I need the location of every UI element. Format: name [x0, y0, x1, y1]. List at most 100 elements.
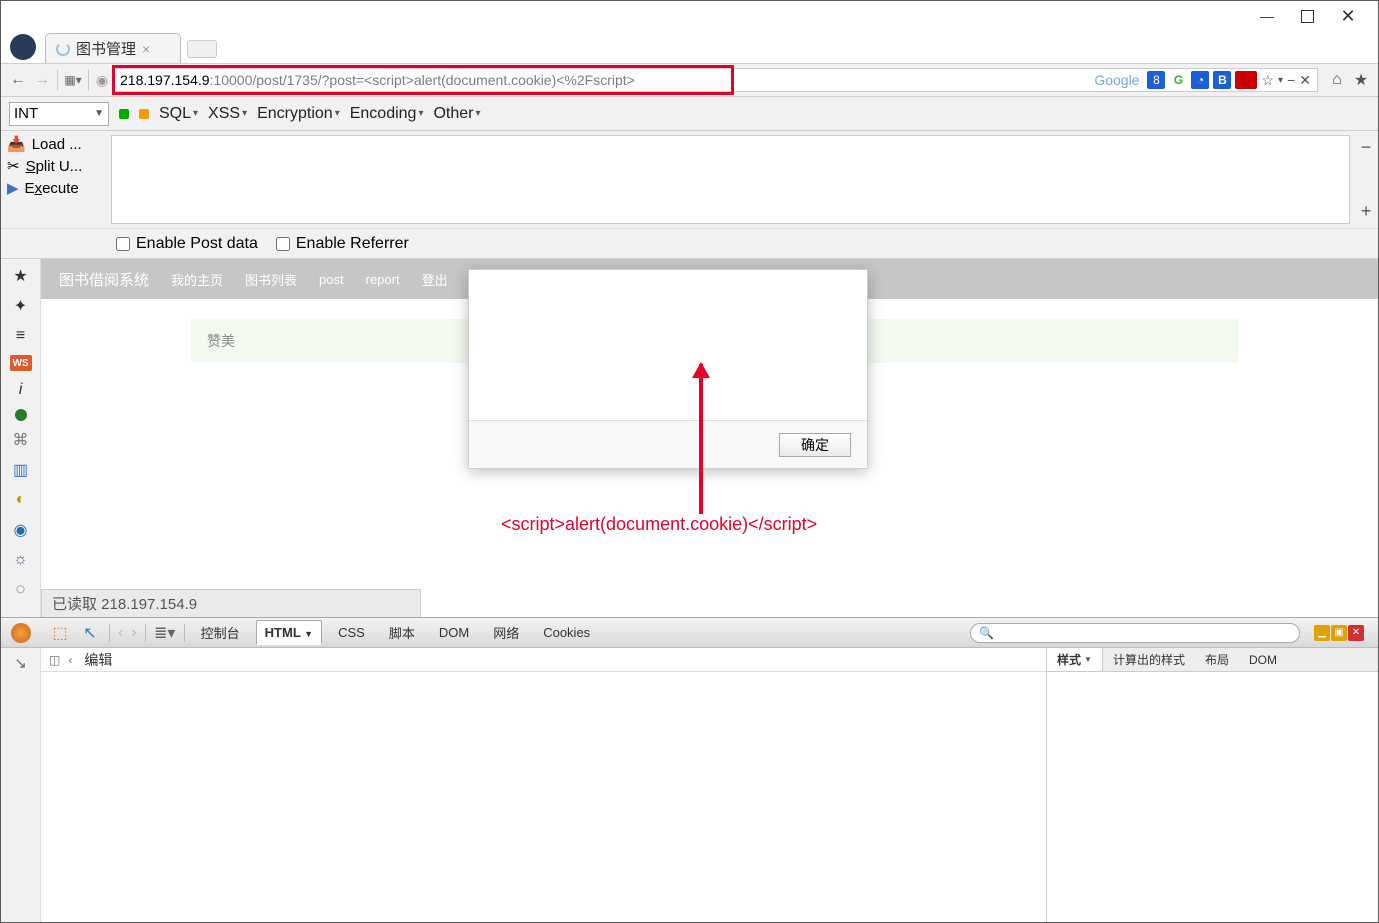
int-label: INT: [14, 105, 38, 122]
fb-tab-script[interactable]: 脚本: [381, 619, 423, 646]
window-maximize[interactable]: [1301, 10, 1314, 23]
fb-back[interactable]: ‹: [118, 624, 123, 642]
browser-tab[interactable]: 图书管理 ×: [45, 33, 181, 63]
address-bar[interactable]: 218.197.154.9:10000/post/1735/?post=<scr…: [113, 68, 1318, 92]
search-provider-label: Google: [1094, 72, 1139, 88]
status-bar: 已读取 218.197.154.9: [41, 589, 421, 617]
separator: [57, 69, 58, 91]
loading-spinner-icon: [56, 42, 70, 56]
window-minimize[interactable]: —: [1253, 2, 1281, 30]
star-icon[interactable]: ★: [10, 265, 32, 287]
google-icon[interactable]: 8: [1147, 71, 1165, 89]
chevron-down-icon: ▼: [94, 108, 104, 119]
url-path: :10000/post/1735/?post=<script>alert(doc…: [210, 72, 635, 88]
fb-minimize[interactable]: ▁: [1314, 625, 1330, 641]
js-alert-dialog: 确定: [468, 269, 868, 469]
addon-rail: ★ ✦ ≡ WS i ⌘ ▥ ◐ ◉ ☼ ◌: [1, 259, 41, 617]
fb-lines-icon[interactable]: ≣▾: [154, 623, 176, 643]
new-tab-button[interactable]: [187, 40, 217, 58]
zoom-out-button[interactable]: −: [1361, 137, 1372, 158]
green-status-icon: [119, 109, 129, 119]
execute-icon: ▶: [7, 179, 19, 197]
hackbar-textarea[interactable]: [111, 135, 1350, 224]
site-nav-home[interactable]: 我的主页: [171, 270, 223, 289]
fb-popout[interactable]: ▣: [1331, 625, 1347, 641]
site-nav-logout[interactable]: 登出: [422, 270, 448, 289]
browser-icon: [1, 31, 45, 63]
info-icon[interactable]: i: [10, 379, 32, 401]
bookmark-star-icon[interactable]: ☆: [1261, 72, 1274, 89]
crumb-icon: ◫: [49, 653, 60, 667]
hackbar-split-button[interactable]: ✂Split U...: [7, 157, 105, 175]
site-nav-report[interactable]: report: [366, 272, 400, 287]
hackbar-load-button[interactable]: 📥Load ...: [7, 135, 105, 153]
int-selector[interactable]: INT ▼: [9, 102, 109, 126]
fb-tab-cookies[interactable]: Cookies: [535, 621, 598, 644]
split-icon: ✂: [7, 157, 20, 175]
fb-tab-css[interactable]: CSS: [330, 621, 373, 644]
tab-close-icon[interactable]: ×: [142, 41, 150, 57]
fb-search-input[interactable]: 🔍: [970, 623, 1300, 643]
hackbar-menu-xss[interactable]: XSS▾: [208, 105, 247, 123]
enable-post-checkbox[interactable]: Enable Post data: [116, 235, 258, 253]
puzzle-icon[interactable]: ✦: [10, 295, 32, 317]
ws-icon[interactable]: WS: [10, 355, 32, 371]
fb-side-computed[interactable]: 计算出的样式: [1103, 648, 1195, 671]
fb-edit-button[interactable]: 编辑: [84, 650, 112, 670]
orange-status-icon: [139, 109, 149, 119]
hackbar-menu-sql[interactable]: SQL▾: [159, 105, 198, 123]
home-button[interactable]: ⌂: [1326, 69, 1348, 91]
fb-html-body[interactable]: [41, 672, 1046, 922]
dotcircle-icon[interactable]: ◌: [10, 579, 32, 601]
bookmark-dropdown-icon[interactable]: ▾: [1278, 75, 1283, 86]
back-button[interactable]: ←: [7, 69, 29, 91]
link-icon[interactable]: ⌘: [10, 429, 32, 451]
gold-icon[interactable]: ◐: [10, 489, 32, 511]
site-nav-books[interactable]: 图书列表: [245, 270, 297, 289]
fb-side-layout[interactable]: 布局: [1195, 648, 1239, 671]
fb-close[interactable]: ✕: [1348, 625, 1364, 641]
cc-icon[interactable]: ◔: [1191, 71, 1209, 89]
lines-icon[interactable]: ≡: [10, 325, 32, 347]
purple-sun-icon[interactable]: ☼: [10, 549, 32, 571]
b-icon[interactable]: B: [1213, 71, 1231, 89]
selection-icon[interactable]: ▥: [10, 459, 32, 481]
tab-title: 图书管理: [76, 38, 136, 59]
url-host: 218.197.154.9: [120, 72, 210, 88]
bookmarks-menu-icon[interactable]: ★: [1350, 69, 1372, 91]
fb-pointer-icon[interactable]: ↖: [79, 623, 101, 643]
load-icon: 📥: [7, 135, 26, 153]
forward-button[interactable]: →: [31, 69, 53, 91]
green-c-icon[interactable]: G: [1169, 71, 1187, 89]
red-flag-icon[interactable]: [1235, 71, 1257, 89]
spiral-icon[interactable]: ◉: [10, 519, 32, 541]
hackbar-menu-encryption[interactable]: Encryption▾: [257, 105, 340, 123]
search-icon: 🔍: [979, 626, 994, 640]
fb-tab-html[interactable]: HTML ▼: [256, 620, 322, 645]
fb-tab-net[interactable]: 网络: [485, 619, 527, 646]
post-placeholder: 赞美: [207, 331, 235, 351]
zoom-in-button[interactable]: +: [1361, 201, 1372, 222]
stop-icon[interactable]: ✕: [1299, 72, 1311, 89]
grid-menu-icon[interactable]: ▦▾: [62, 69, 84, 91]
hackbar-menu-encoding[interactable]: Encoding▾: [350, 105, 424, 123]
enable-referrer-checkbox[interactable]: Enable Referrer: [276, 235, 409, 253]
site-brand: 图书借阅系统: [59, 269, 149, 290]
separator: [88, 69, 89, 91]
fb-side-body: [1047, 672, 1378, 922]
site-nav-post[interactable]: post: [319, 272, 344, 287]
alert-ok-button[interactable]: 确定: [779, 433, 851, 457]
hackbar-menu-other[interactable]: Other▾: [433, 105, 480, 123]
fb-tab-dom[interactable]: DOM: [431, 621, 477, 644]
fb-side-dom[interactable]: DOM: [1239, 648, 1287, 671]
fb-tab-console[interactable]: 控制台: [193, 619, 248, 646]
status-text: 已读取 218.197.154.9: [52, 593, 197, 614]
fb-side-arrow-icon[interactable]: ↘: [14, 654, 27, 672]
hackbar-execute-button[interactable]: ▶Execute: [7, 179, 105, 197]
fb-forward[interactable]: ›: [131, 624, 136, 642]
green-dot-icon[interactable]: [15, 409, 27, 421]
fb-side-style[interactable]: 样式▼: [1047, 648, 1103, 671]
window-close[interactable]: ✕: [1334, 2, 1362, 30]
fb-inspect-icon[interactable]: ⬚: [49, 623, 71, 643]
firebug-icon[interactable]: [11, 623, 31, 643]
